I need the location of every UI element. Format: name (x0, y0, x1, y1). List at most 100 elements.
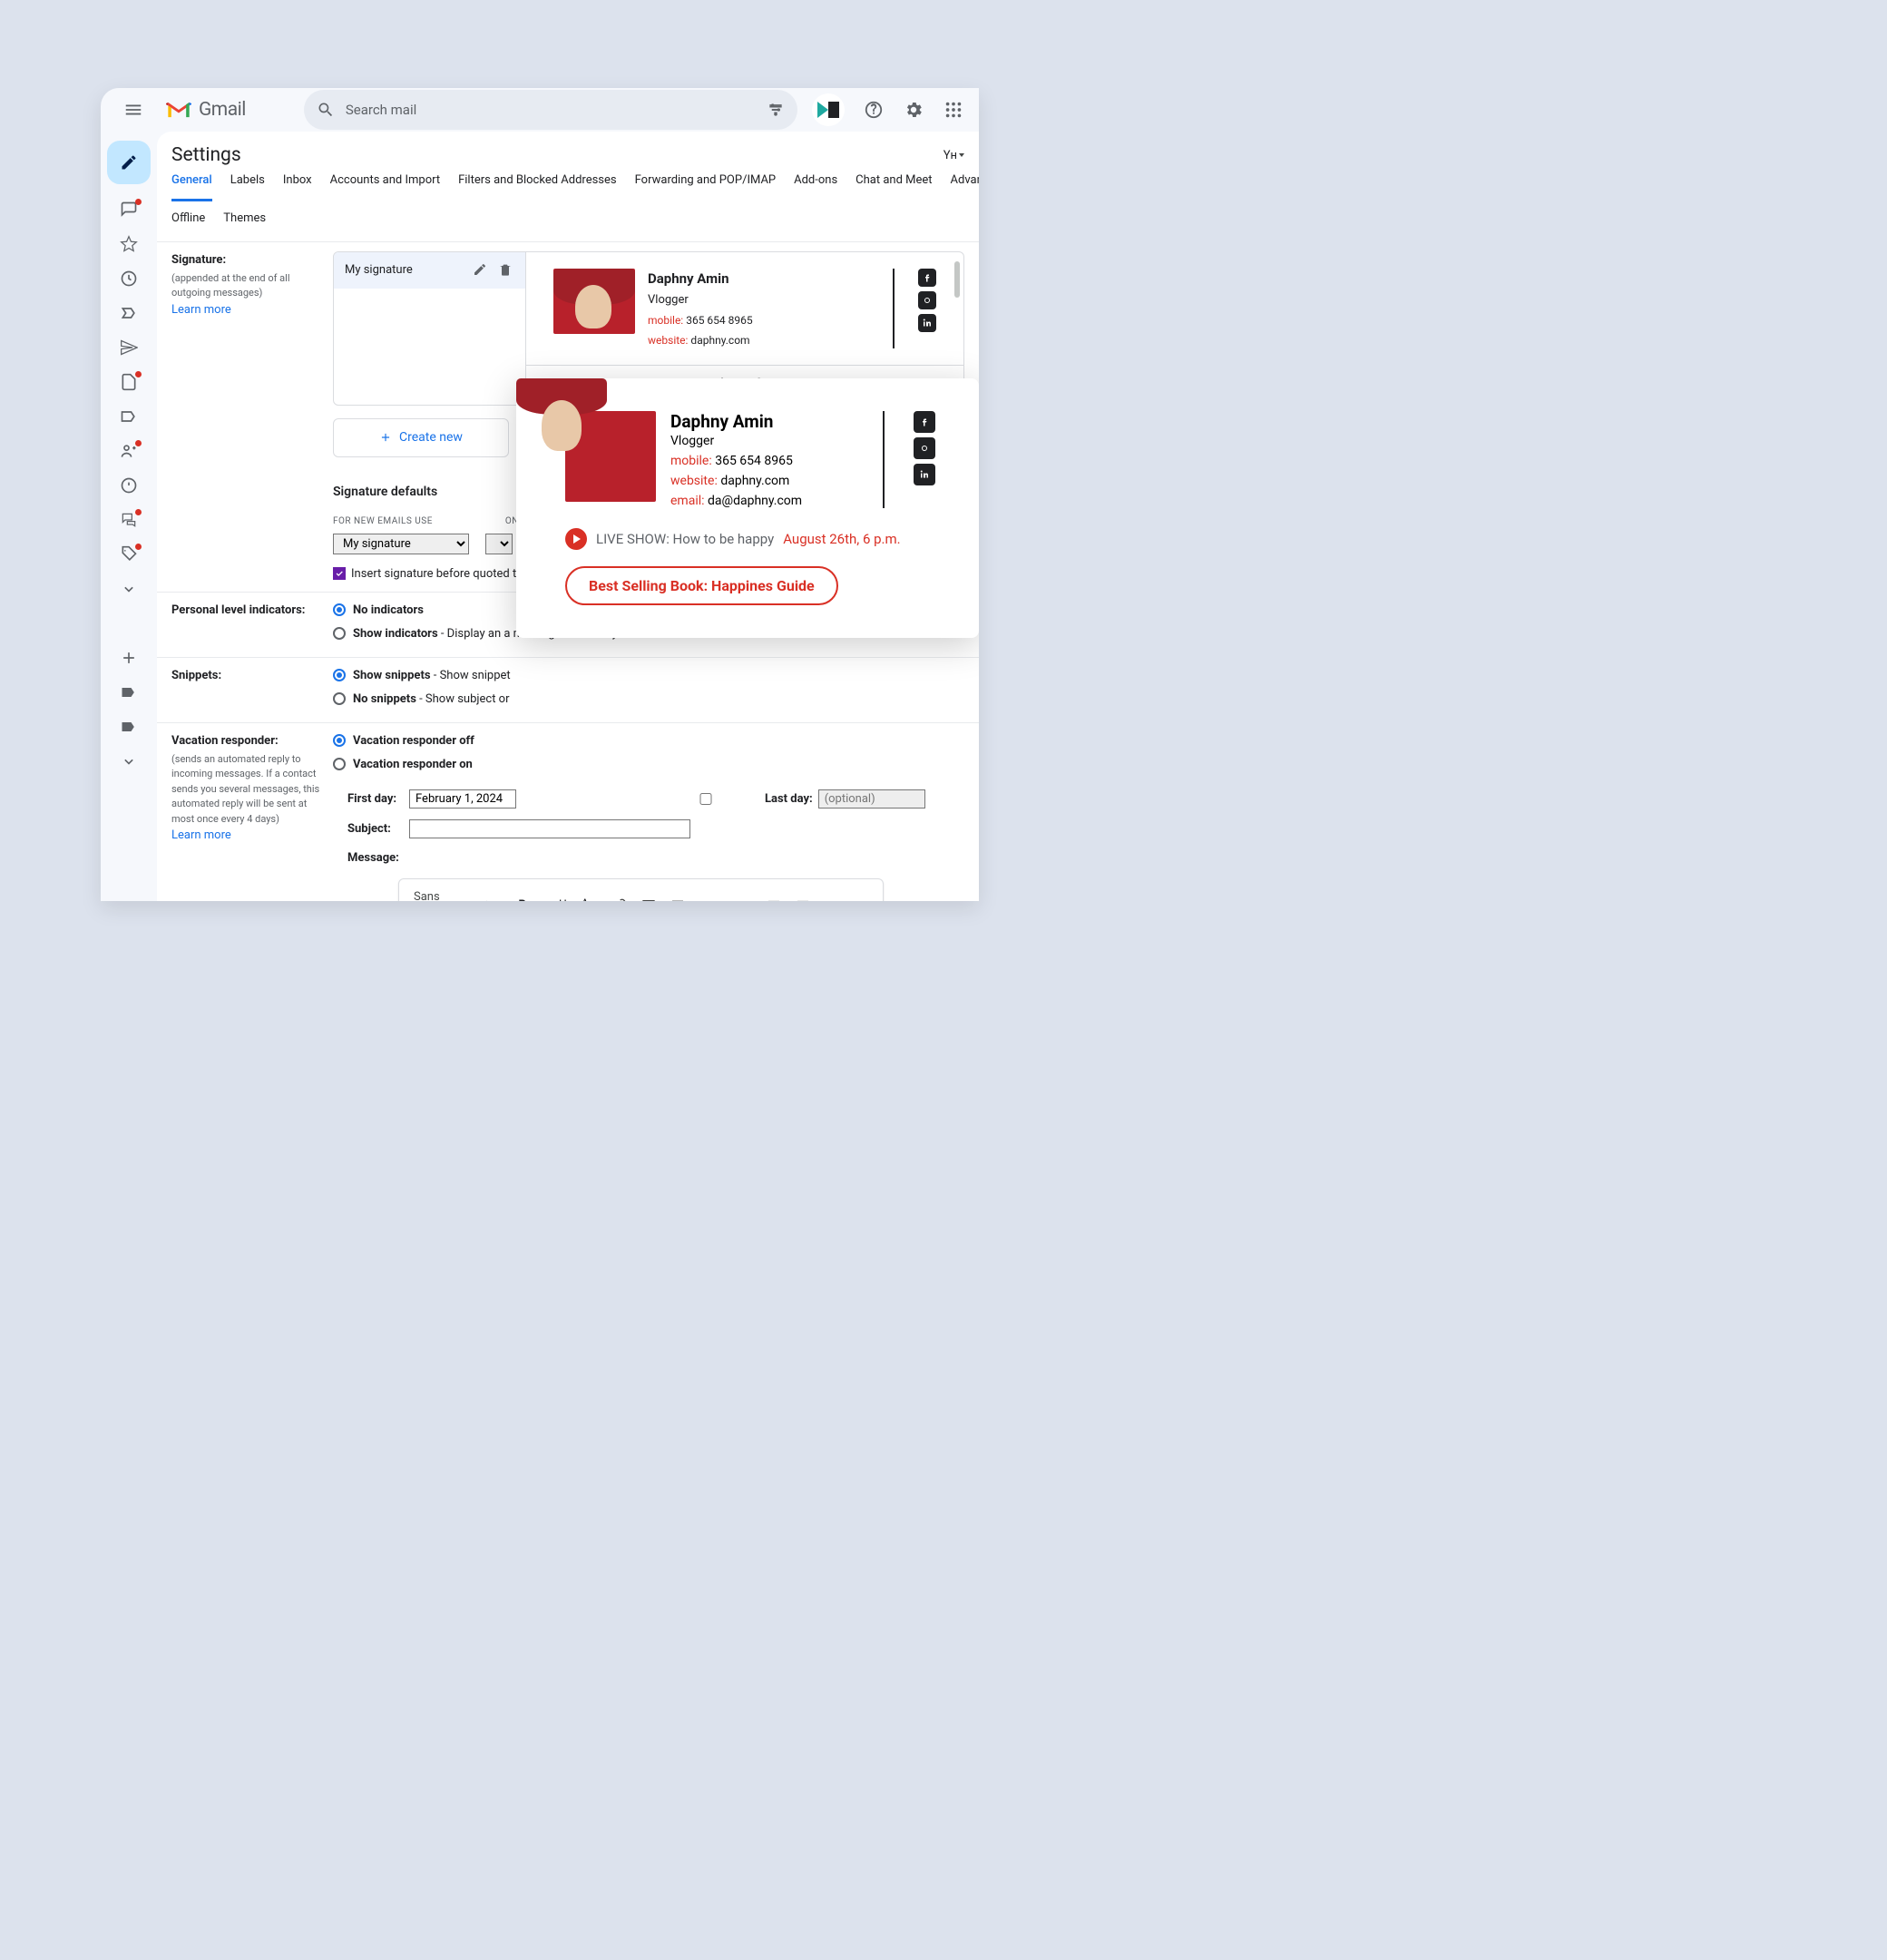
search-input[interactable] (346, 102, 756, 118)
tab-accounts[interactable]: Accounts and Import (330, 173, 440, 201)
language-selector[interactable]: Yн (944, 149, 964, 162)
signature-desc: (appended at the end of all outgoing mes… (171, 271, 324, 301)
important-icon[interactable] (120, 304, 138, 322)
popup-title: Vlogger (670, 434, 854, 448)
twitter-icon[interactable] (918, 291, 936, 309)
drafts-icon[interactable] (120, 373, 138, 391)
help-icon[interactable] (863, 99, 885, 121)
gmail-logo: Gmail (166, 99, 246, 121)
play-icon[interactable] (565, 528, 587, 550)
inbox-icon[interactable] (120, 201, 138, 219)
tab-advanced[interactable]: Advanced (951, 173, 979, 201)
starred-icon[interactable] (120, 235, 138, 253)
expand-icon[interactable] (120, 580, 138, 598)
tab-labels[interactable]: Labels (230, 173, 265, 201)
updates-icon[interactable] (120, 476, 138, 495)
tab-general[interactable]: General (171, 173, 212, 201)
indicators-label: Personal level indicators: (171, 603, 305, 617)
msg-font-select[interactable]: Sans Serif (408, 885, 471, 902)
msg-bold[interactable]: B (513, 893, 531, 901)
msg-bullist[interactable] (732, 895, 758, 901)
sig-title: Vlogger (648, 291, 869, 309)
search-icon (317, 101, 335, 119)
vacation-desc: (sends an automated reply to incoming me… (171, 752, 324, 828)
subject-input[interactable] (409, 819, 690, 838)
vacation-learn-more[interactable]: Learn more (171, 827, 324, 845)
show-snippets-radio[interactable] (333, 669, 346, 681)
msg-underline[interactable]: U (553, 893, 572, 901)
create-new-signature-button[interactable]: Create new (333, 418, 509, 457)
msg-quote[interactable] (819, 895, 845, 901)
tab-themes[interactable]: Themes (223, 211, 266, 232)
apps-grid-icon[interactable] (943, 99, 964, 121)
default-reply-select[interactable]: My (485, 534, 513, 554)
edit-signature-icon[interactable] (473, 262, 489, 279)
first-day-label: First day: (347, 790, 400, 808)
tab-offline[interactable]: Offline (171, 211, 205, 232)
forums-icon[interactable] (120, 511, 138, 529)
msg-numlist[interactable] (703, 895, 728, 901)
subject-label: Subject: (347, 820, 400, 838)
show-indicators-radio[interactable] (333, 627, 346, 640)
search-bar[interactable] (304, 90, 797, 130)
snoozed-icon[interactable] (120, 270, 138, 288)
popup-twitter-icon[interactable] (914, 437, 935, 459)
signature-label: Signature: (171, 253, 226, 267)
live-show-text: LIVE SHOW: How to be happy (596, 531, 774, 547)
checkbox-label: Insert signature before quoted t (351, 565, 516, 583)
first-day-input[interactable] (409, 789, 516, 808)
vacation-label: Vacation responder: (171, 734, 279, 748)
tab-forwarding[interactable]: Forwarding and POP/IMAP (635, 173, 777, 201)
tab-addons[interactable]: Add-ons (794, 173, 837, 201)
popup-linkedin-icon[interactable] (914, 464, 935, 485)
signature-avatar (553, 269, 635, 334)
no-snippets-radio[interactable] (333, 692, 346, 705)
last-day-checkbox[interactable] (652, 793, 759, 805)
message-label: Message: (347, 849, 400, 867)
tab-chat[interactable]: Chat and Meet (856, 173, 932, 201)
msg-outdent[interactable] (761, 895, 787, 901)
category-icon[interactable] (120, 407, 138, 426)
msg-size-btn[interactable] (474, 895, 509, 901)
popup-facebook-icon[interactable] (914, 411, 935, 433)
msg-indent[interactable] (790, 895, 816, 901)
snippets-label: Snippets: (171, 669, 221, 682)
tab-inbox[interactable]: Inbox (283, 173, 312, 201)
last-day-input[interactable] (818, 789, 925, 808)
expand-labels-icon[interactable] (120, 752, 138, 770)
default-new-select[interactable]: My signature (333, 534, 469, 554)
sent-icon[interactable] (120, 338, 138, 357)
msg-link[interactable] (607, 895, 632, 901)
compose-button[interactable] (107, 141, 151, 184)
book-button[interactable]: Best Selling Book: Happines Guide (565, 566, 838, 605)
add-label-icon[interactable] (120, 649, 138, 667)
label-icon-2[interactable] (120, 718, 138, 736)
msg-italic[interactable]: I (535, 893, 550, 901)
delete-signature-icon[interactable] (498, 262, 514, 279)
page-title: Settings (171, 144, 241, 166)
promotions-icon[interactable] (120, 545, 138, 564)
signature-list-item[interactable]: My signature (334, 252, 525, 289)
msg-align[interactable] (665, 895, 699, 901)
insert-before-quoted-checkbox[interactable] (333, 567, 346, 580)
label-icon-1[interactable] (120, 683, 138, 701)
facebook-icon[interactable] (918, 269, 936, 287)
search-options-icon[interactable] (767, 101, 785, 119)
no-indicators-radio[interactable] (333, 603, 346, 616)
settings-gear-icon[interactable] (903, 99, 924, 121)
popup-avatar (565, 411, 656, 502)
signature-learn-more[interactable]: Learn more (171, 301, 324, 319)
msg-image[interactable] (636, 895, 661, 901)
vacation-on-radio[interactable] (333, 758, 346, 770)
last-day-label: Last day: (765, 790, 813, 808)
logo-text: Gmail (199, 99, 246, 121)
main-menu-button[interactable] (115, 92, 152, 128)
msg-color[interactable]: A (576, 892, 603, 901)
tab-filters[interactable]: Filters and Blocked Addresses (458, 173, 617, 201)
linkedin-icon[interactable] (918, 314, 936, 332)
signature-scrollbar[interactable] (954, 261, 960, 298)
extension-icon[interactable] (812, 93, 845, 126)
msg-clear-format[interactable] (848, 895, 874, 901)
vacation-off-radio[interactable] (333, 734, 346, 747)
social-icon[interactable] (120, 442, 138, 460)
